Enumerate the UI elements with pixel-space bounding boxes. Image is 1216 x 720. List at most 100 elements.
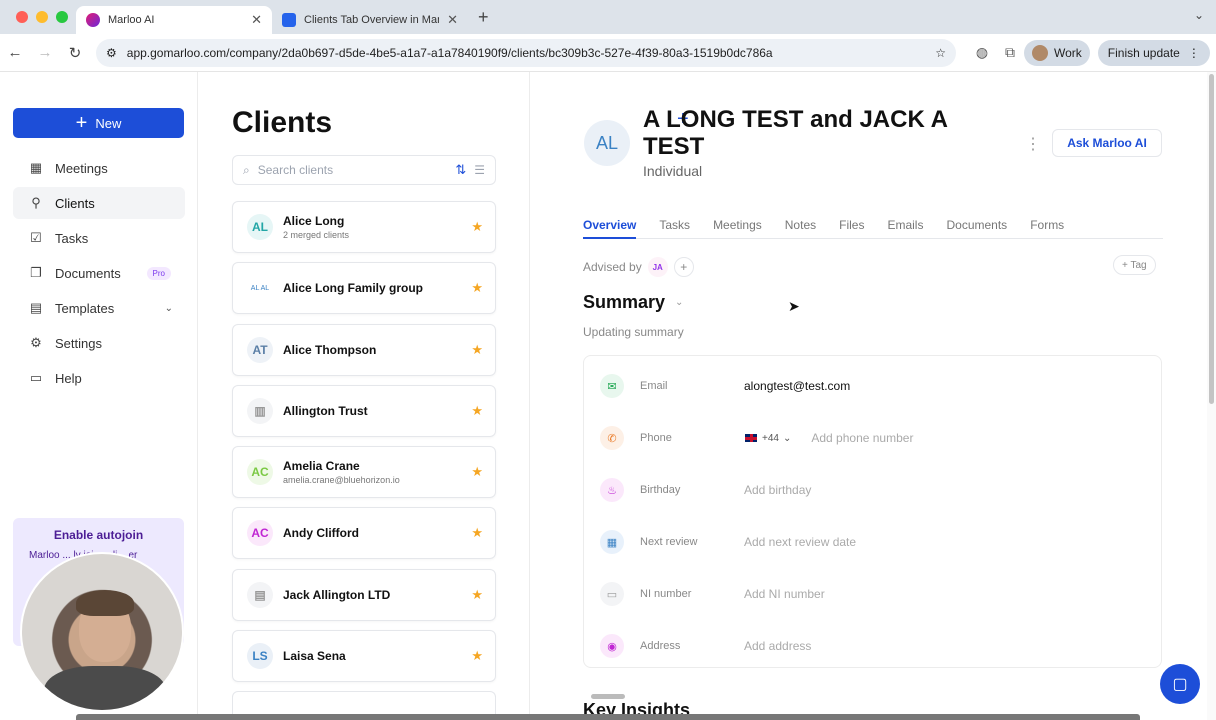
tab-meetings[interactable]: Meetings — [713, 215, 762, 239]
sidebar-item-label: Documents — [55, 265, 121, 281]
search-input[interactable]: ⌕ Search clients ⇅ ☰ — [232, 155, 496, 185]
bookmark-star-icon[interactable]: ☆ — [935, 46, 946, 60]
forward-icon[interactable]: → — [30, 44, 60, 61]
more-vert-icon: ⋮ — [1187, 45, 1200, 60]
reload-icon[interactable]: ↻ — [60, 44, 90, 62]
profile-avatar — [1032, 44, 1048, 61]
sidebar-item-help[interactable]: ▭ Help — [13, 362, 185, 394]
close-tab-icon[interactable]: ✕ — [447, 12, 458, 28]
client-subtitle: 2 merged clients — [283, 230, 350, 240]
maximize-window-button[interactable] — [56, 11, 68, 23]
tab-title: Clients Tab Overview in Marloo — [304, 14, 440, 26]
star-icon[interactable]: ★ — [471, 219, 483, 235]
browser-tab-marloo[interactable]: Marloo AI ✕ — [76, 6, 272, 34]
star-icon[interactable]: ★ — [471, 342, 483, 358]
tab-overview[interactable]: Overview — [583, 215, 637, 239]
client-name: Amelia Crane — [283, 459, 360, 474]
filter-icon[interactable]: ☰ — [474, 163, 485, 177]
field-row-phone[interactable]: ✆ Phone +44 ⌄ Add phone number — [584, 412, 1161, 464]
sidebar-item-templates[interactable]: ▤ Templates ⌄ — [13, 292, 185, 324]
field-label: Phone — [640, 432, 672, 444]
tab-search-chevron-icon[interactable]: ⌄ — [1194, 8, 1204, 22]
field-label: Birthday — [640, 484, 681, 496]
star-icon[interactable]: ★ — [471, 464, 483, 480]
country-code-select[interactable]: +44 ⌄ — [744, 433, 791, 444]
client-avatar: AC — [247, 459, 273, 486]
field-row-birthday[interactable]: ♨ Birthday Add birthday — [584, 464, 1161, 516]
back-icon[interactable]: ← — [0, 44, 30, 61]
summary-header[interactable]: Summary ⌄ — [583, 292, 683, 313]
client-card[interactable]: LS Laisa Sena ★ — [232, 630, 496, 683]
add-advisor-icon[interactable]: + — [673, 257, 694, 277]
close-tab-icon[interactable]: ✕ — [251, 12, 262, 28]
client-card[interactable]: AL Alice Long 2 merged clients ★ — [232, 201, 496, 253]
client-card[interactable]: ▤ Jack Allington LTD ★ — [232, 568, 496, 621]
ni-number-input[interactable]: Add NI number — [744, 587, 825, 601]
new-button[interactable]: + New — [13, 108, 184, 138]
ask-marloo-ai-button[interactable]: Ask Marloo AI — [1052, 129, 1162, 157]
page-scrollbar[interactable] — [1207, 72, 1216, 720]
sidebar-item-meetings[interactable]: ▦ Meetings — [13, 152, 185, 184]
star-icon[interactable]: ★ — [471, 587, 483, 603]
next-review-input[interactable]: Add next review date — [744, 535, 856, 549]
browser-tab-overview[interactable]: Clients Tab Overview in Marloo ✕ — [272, 6, 468, 34]
client-avatar: AC — [247, 520, 273, 547]
client-avatar: AT — [247, 336, 273, 363]
client-card[interactable]: AT Alice Thompson ★ — [232, 323, 496, 376]
tab-forms[interactable]: Forms — [1030, 215, 1064, 239]
star-icon[interactable]: ★ — [471, 648, 483, 664]
scrollbar-thumb[interactable] — [1209, 74, 1214, 404]
checkbox-icon: ☑ — [30, 230, 42, 245]
new-button-label: New — [95, 115, 122, 131]
email-value[interactable]: alongtest@test.com — [744, 379, 850, 393]
window-controls — [0, 11, 76, 23]
site-settings-icon[interactable]: ⚙ — [106, 46, 117, 60]
field-row-ni-number[interactable]: ▭ NI number Add NI number — [584, 568, 1161, 620]
sidebar-item-documents[interactable]: ❐ Documents Pro — [13, 257, 185, 289]
puzzle-icon[interactable]: ⧉ — [996, 44, 1024, 61]
advisor-avatar[interactable]: JA — [647, 257, 668, 277]
calendar-icon: ▦ — [600, 530, 624, 554]
address-input[interactable]: Add address — [744, 639, 811, 653]
finish-update-button[interactable]: Finish update ⋮ — [1097, 39, 1210, 66]
field-row-next-review[interactable]: ▦ Next review Add next review date — [584, 516, 1161, 568]
client-card[interactable]: ▥ Allington Trust ★ — [232, 384, 496, 437]
tab-documents[interactable]: Documents — [946, 215, 1007, 239]
client-card[interactable]: AC Amelia Crane amelia.crane@bluehorizon… — [232, 446, 496, 499]
sidebar-item-label: Templates — [55, 300, 115, 316]
close-window-button[interactable] — [16, 11, 28, 23]
birthday-input[interactable]: Add birthday — [744, 483, 811, 497]
add-tag-button[interactable]: + Tag — [1113, 255, 1156, 275]
sort-icon[interactable]: ⇅ — [455, 162, 466, 178]
client-card[interactable]: AC Andy Clifford ★ — [232, 507, 496, 560]
profile-button[interactable]: Work — [1024, 39, 1090, 66]
tab-files[interactable]: Files — [839, 215, 864, 239]
sidebar-item-tasks[interactable]: ☑ Tasks — [13, 222, 185, 254]
more-options-icon[interactable]: ⋮ — [1025, 134, 1041, 154]
client-card[interactable]: AL AL Alice Long Family group ★ — [232, 262, 496, 315]
field-row-email[interactable]: ✉ Email alongtest@test.com — [584, 360, 1161, 412]
chat-support-button[interactable]: ▢ — [1160, 664, 1200, 704]
phone-input[interactable]: Add phone number — [811, 431, 913, 445]
tab-emails[interactable]: Emails — [887, 215, 923, 239]
profile-label: Work — [1054, 45, 1082, 60]
sidebar-item-clients[interactable]: ⚲ Clients — [13, 187, 185, 219]
new-tab-icon[interactable]: + — [478, 7, 489, 28]
tab-notes[interactable]: Notes — [785, 215, 816, 239]
star-icon[interactable]: ★ — [471, 280, 483, 296]
plus-icon: + — [75, 112, 88, 134]
os-dock — [76, 714, 1140, 720]
person-icon: ⚲ — [31, 195, 41, 210]
uk-flag-icon — [744, 433, 758, 443]
tab-tasks[interactable]: Tasks — [659, 215, 690, 239]
extension-icon[interactable]: ◍ — [968, 44, 996, 61]
star-icon[interactable]: ★ — [471, 403, 483, 419]
summary-title: Summary — [583, 292, 666, 312]
advised-by: Advised by JA + — [583, 257, 694, 277]
minimize-window-button[interactable] — [36, 11, 48, 23]
url-field[interactable]: ⚙ app.gomarloo.com/company/2da0b697-d5de… — [96, 38, 956, 67]
field-row-address[interactable]: ◉ Address Add address — [584, 620, 1161, 672]
star-icon[interactable]: ★ — [471, 525, 483, 541]
horizontal-scroll-handle[interactable] — [591, 694, 625, 699]
sidebar-item-settings[interactable]: ⚙ Settings — [13, 327, 185, 359]
